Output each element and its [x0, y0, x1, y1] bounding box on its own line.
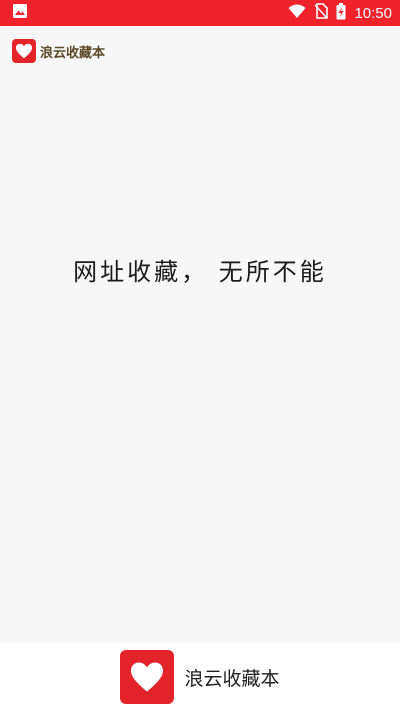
image-notification-icon [12, 3, 28, 23]
heart-icon [131, 662, 164, 692]
status-right: 10:50 [288, 2, 392, 24]
app-logo-small [12, 39, 36, 63]
bottom-brand-bar: 浪云收藏本 [0, 643, 400, 711]
slogan-text: 网址收藏， 无所不能 [73, 258, 327, 286]
top-brand: 浪云收藏本 [12, 38, 105, 64]
status-left [12, 3, 28, 23]
header-app-name: 浪云收藏本 [40, 45, 106, 61]
footer-app-name: 浪云收藏本 [184, 667, 280, 690]
status-bar: 10:50 [0, 0, 400, 26]
heart-icon [16, 43, 32, 59]
no-sim-icon [314, 3, 329, 23]
app-logo-large [120, 650, 175, 704]
wifi-icon [288, 4, 306, 23]
battery-charging-icon [336, 2, 346, 24]
status-time: 10:50 [354, 4, 392, 22]
